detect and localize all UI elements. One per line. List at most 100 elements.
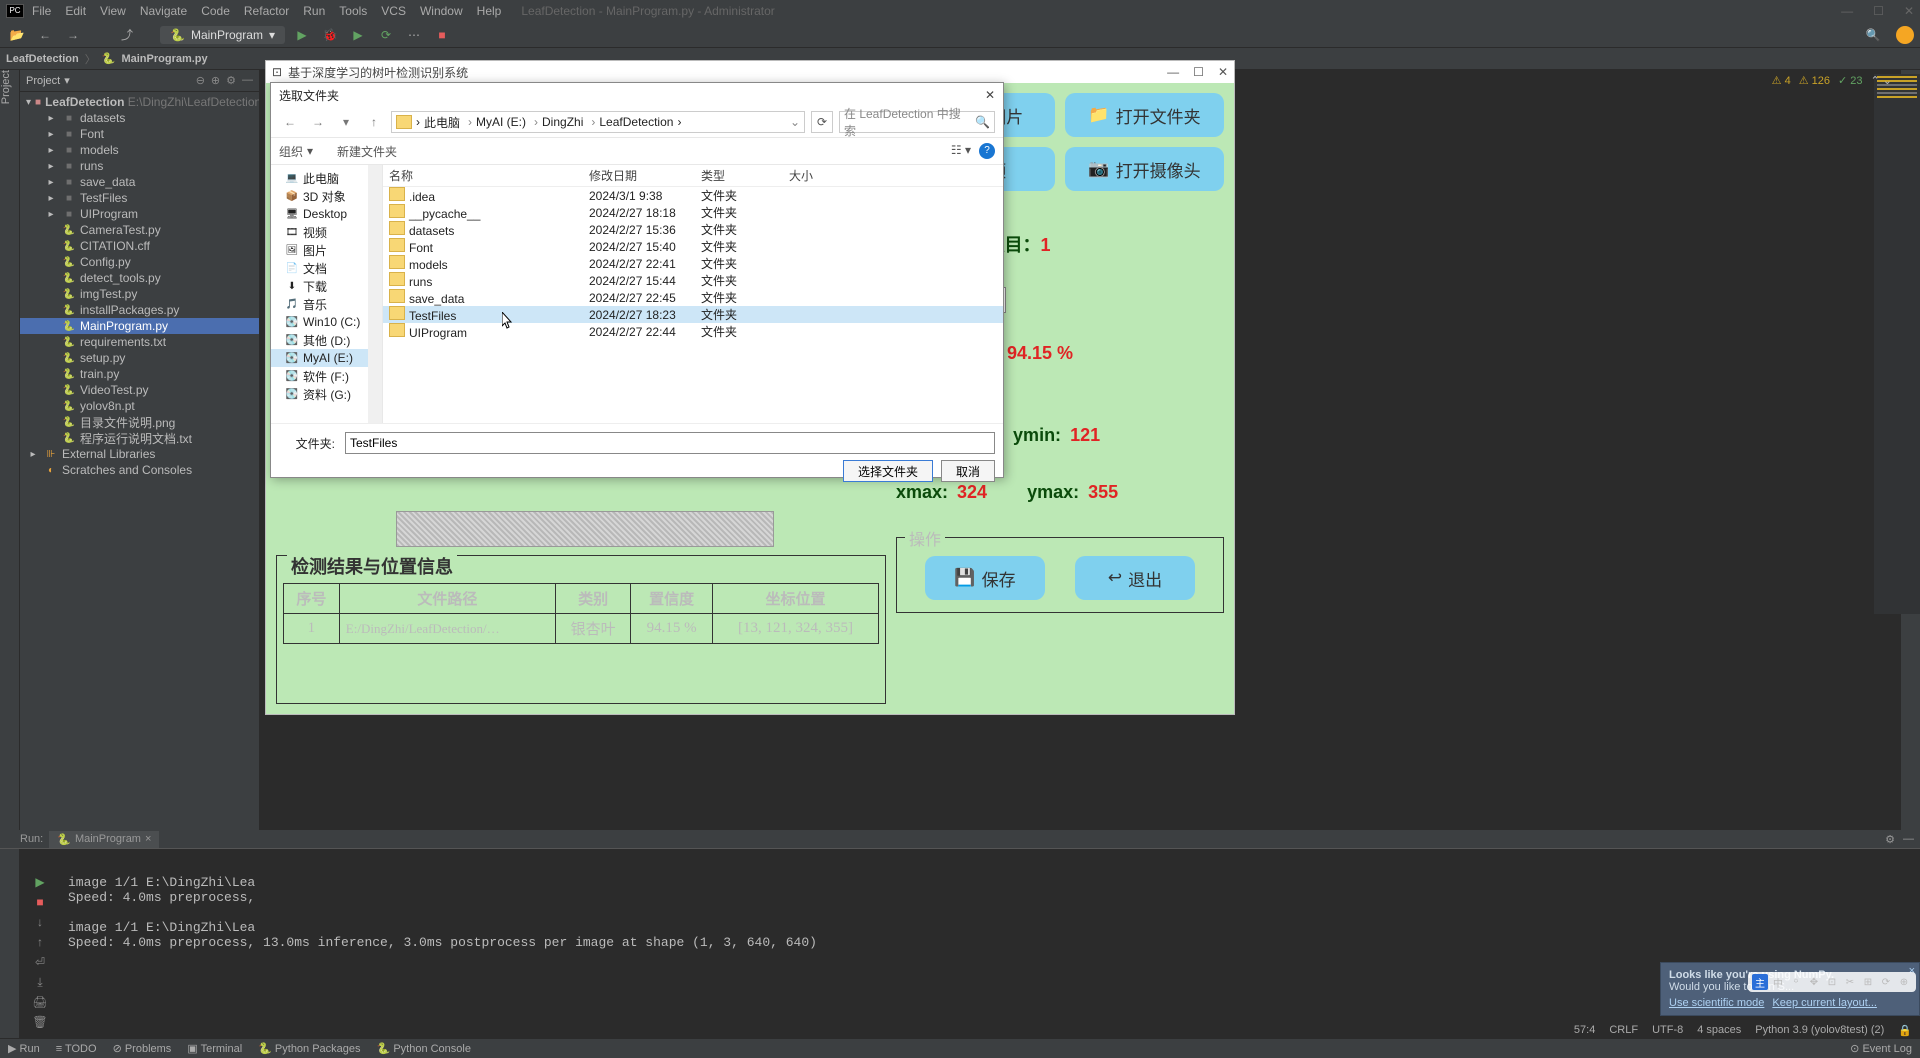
close-icon[interactable]: ✕ <box>1904 4 1914 18</box>
run-shortcut[interactable]: ▶ Run <box>8 1042 40 1055</box>
nav-item[interactable]: 📄文档 <box>271 259 382 277</box>
list-item[interactable]: runs2024/2/27 15:44文件夹 <box>383 272 1003 289</box>
main-menu[interactable]: FileEditView NavigateCodeRefactor RunToo… <box>32 4 501 18</box>
file-list[interactable]: 名称 修改日期 类型 大小 .idea2024/3/1 9:38文件夹__pyc… <box>383 165 1003 423</box>
tree-item[interactable]: 🐍imgTest.py <box>20 286 259 302</box>
search-input[interactable]: 在 LeafDetection 中搜索 🔍 <box>839 111 995 133</box>
exit-button[interactable]: ↩退出 <box>1075 556 1195 600</box>
tree-item[interactable]: ▸■models <box>20 142 259 158</box>
tree-item[interactable]: 🐍setup.py <box>20 350 259 366</box>
line-sep[interactable]: CRLF <box>1609 1024 1638 1036</box>
tree-item[interactable]: ◐Scratches and Consoles <box>20 462 259 478</box>
tree-item[interactable]: 🐍VideoTest.py <box>20 382 259 398</box>
tree-item[interactable]: 🐍程序运行说明文档.txt <box>20 430 259 446</box>
tree-item[interactable]: ▸■datasets <box>20 110 259 126</box>
recent-icon[interactable]: ▾ <box>335 115 357 129</box>
list-item[interactable]: TestFiles2024/2/27 18:23文件夹 <box>383 306 1003 323</box>
nav-item[interactable]: 🖼图片 <box>271 241 382 259</box>
close-icon[interactable]: ✕ <box>1218 65 1228 79</box>
profile-icon[interactable]: ⟳ <box>375 25 397 45</box>
translate-icon[interactable]: 主 <box>1752 974 1768 990</box>
tree-item[interactable]: ▸■runs <box>20 158 259 174</box>
nav-item[interactable]: 💽软件 (F:) <box>271 367 382 385</box>
maximize-icon[interactable]: ☐ <box>1873 4 1884 18</box>
list-item[interactable]: Font2024/2/27 15:40文件夹 <box>383 238 1003 255</box>
project-tool-tab[interactable]: Project <box>0 70 12 110</box>
minimize-icon[interactable]: — <box>1841 4 1853 18</box>
nav-item[interactable]: 💽资料 (G:) <box>271 385 382 403</box>
tree-item[interactable]: 🐍MainProgram.py <box>20 318 259 334</box>
collapse-icon[interactable]: ⊖ <box>196 74 205 87</box>
print-icon[interactable]: 🖨 <box>31 995 49 1011</box>
forward-icon[interactable]: → <box>62 25 84 45</box>
tree-item[interactable]: 🐍train.py <box>20 366 259 382</box>
up-icon[interactable]: ↑ <box>31 935 49 951</box>
folder-nav-tree[interactable]: 💻此电脑📦3D 对象🖥Desktop🎞视频🖼图片📄文档⬇下载🎵音乐💽Win10 … <box>271 165 383 423</box>
tree-item[interactable]: 🐍CameraTest.py <box>20 222 259 238</box>
maximize-icon[interactable]: ☐ <box>1193 65 1204 79</box>
tool-icon[interactable]: ✂ <box>1842 974 1858 990</box>
refresh-icon[interactable]: ⟳ <box>811 111 833 133</box>
back-icon[interactable]: ← <box>279 115 301 129</box>
list-item[interactable]: __pycache__2024/2/27 18:18文件夹 <box>383 204 1003 221</box>
tool-icon[interactable]: ✥ <box>1806 974 1822 990</box>
rerun-icon[interactable]: ▶ <box>31 875 49 891</box>
tool-icon[interactable]: ⊕ <box>1896 974 1912 990</box>
table-row[interactable]: 1 E:/DingZhi/LeafDetection/… 银杏叶 94.15 %… <box>284 614 879 644</box>
address-bar[interactable]: › 此电脑 MyAI (E:) DingZhi LeafDetection› ⌄ <box>391 111 805 133</box>
tree-item[interactable]: 🐍Config.py <box>20 254 259 270</box>
minimize-icon[interactable]: — <box>1167 65 1179 79</box>
tree-item[interactable]: 🐍installPackages.py <box>20 302 259 318</box>
close-tab-icon[interactable]: × <box>145 833 151 845</box>
tree-item[interactable]: ▸⊪External Libraries <box>20 446 259 462</box>
tree-item[interactable]: 🐍requirements.txt <box>20 334 259 350</box>
soft-wrap-icon[interactable]: ⏎ <box>31 955 49 971</box>
event-log[interactable]: ⊙ Event Log <box>1850 1042 1912 1055</box>
python-console-tool[interactable]: 🐍 Python Console <box>377 1042 471 1055</box>
open-folder-button[interactable]: 📁打开文件夹 <box>1065 93 1224 137</box>
minimap[interactable] <box>1874 74 1920 614</box>
folder-name-input[interactable] <box>345 432 995 454</box>
run-config-combo[interactable]: 🐍 MainProgram ▾ <box>160 26 285 44</box>
back-icon[interactable]: ← <box>34 25 56 45</box>
tool-icon[interactable]: ⊞ <box>1860 974 1876 990</box>
interpreter[interactable]: Python 3.9 (yolov8test) (2) <box>1755 1024 1884 1036</box>
tree-item[interactable]: 🐍detect_tools.py <box>20 270 259 286</box>
nav-item[interactable]: 💻此电脑 <box>271 169 382 187</box>
open-icon[interactable]: 📂 <box>6 25 28 45</box>
list-item[interactable]: datasets2024/2/27 15:36文件夹 <box>383 221 1003 238</box>
gear-icon[interactable]: ⚙ <box>226 74 236 87</box>
tree-item[interactable]: ▸■TestFiles <box>20 190 259 206</box>
tool-icon[interactable]: ⟳ <box>1878 974 1894 990</box>
floating-toolbar[interactable]: 主 中 ꙳ ✥ ⊡ ✂ ⊞ ⟳ ⊕ <box>1748 972 1916 992</box>
run-icon[interactable]: ▶ <box>291 25 313 45</box>
gear-icon[interactable]: ⚙ <box>1885 833 1895 846</box>
new-folder-button[interactable]: 新建文件夹 <box>337 143 397 160</box>
nav-item[interactable]: 📦3D 对象 <box>271 187 382 205</box>
todo-tool[interactable]: ≡ TODO <box>56 1043 97 1055</box>
up-icon[interactable]: ↑ <box>363 115 385 129</box>
tool-icon[interactable]: 中 <box>1770 974 1786 990</box>
nav-item[interactable]: 💽其他 (D:) <box>271 331 382 349</box>
stop-icon[interactable]: ■ <box>431 25 453 45</box>
down-icon[interactable]: ↓ <box>31 915 49 931</box>
chevron-down-icon[interactable]: ⌄ <box>790 115 800 129</box>
lock-icon[interactable]: 🔒 <box>1898 1024 1912 1037</box>
save-button[interactable]: 💾保存 <box>925 556 1045 600</box>
nav-item[interactable]: 🖥Desktop <box>271 205 382 223</box>
trash-icon[interactable]: 🗑 <box>31 1015 49 1031</box>
list-item[interactable]: save_data2024/2/27 22:45文件夹 <box>383 289 1003 306</box>
search-everywhere-icon[interactable]: 🔍 <box>1862 25 1884 45</box>
tip-link-keep[interactable]: Keep current layout... <box>1772 997 1877 1009</box>
nav-item[interactable]: 🎵音乐 <box>271 295 382 313</box>
run-tab[interactable]: 🐍MainProgram× <box>49 831 159 848</box>
left-tool-strip[interactable]: Project <box>0 70 20 830</box>
encoding[interactable]: UTF-8 <box>1652 1024 1683 1036</box>
camera-button[interactable]: 📷打开摄像头 <box>1065 147 1224 191</box>
tree-item[interactable]: 🐍CITATION.cff <box>20 238 259 254</box>
list-item[interactable]: .idea2024/3/1 9:38文件夹 <box>383 187 1003 204</box>
indent[interactable]: 4 spaces <box>1697 1024 1741 1036</box>
caret-pos[interactable]: 57:4 <box>1574 1024 1595 1036</box>
list-item[interactable]: UIProgram2024/2/27 22:44文件夹 <box>383 323 1003 340</box>
organize-menu[interactable]: 组织 <box>279 143 303 160</box>
